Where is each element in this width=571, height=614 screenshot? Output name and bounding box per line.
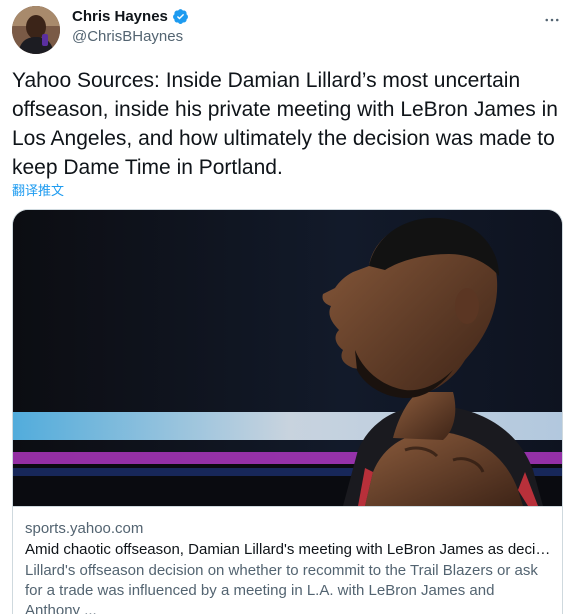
more-options-icon[interactable] bbox=[542, 10, 562, 30]
card-description: Lillard's offseason decision on whether … bbox=[25, 562, 538, 614]
name-row: Chris Haynes bbox=[72, 8, 189, 25]
card-domain: sports.yahoo.com bbox=[25, 520, 144, 537]
translate-tweet-link[interactable]: 翻译推文 bbox=[12, 180, 64, 199]
card-title: Amid chaotic offseason, Damian Lillard's… bbox=[25, 541, 552, 558]
display-name[interactable]: Chris Haynes bbox=[72, 8, 168, 25]
card-body: sports.yahoo.com Amid chaotic offseason,… bbox=[13, 506, 562, 614]
tweet-text: Yahoo Sources: Inside Damian Lillard’s m… bbox=[12, 69, 558, 179]
verified-badge-icon bbox=[172, 8, 189, 25]
avatar-image bbox=[12, 6, 60, 54]
card-image[interactable] bbox=[13, 210, 562, 506]
handle[interactable]: @ChrisBHaynes bbox=[72, 28, 183, 45]
tweet-header: Chris Haynes @ChrisBHaynes bbox=[12, 6, 562, 54]
avatar[interactable] bbox=[12, 6, 60, 54]
link-preview-card[interactable]: sports.yahoo.com Amid chaotic offseason,… bbox=[12, 209, 563, 614]
